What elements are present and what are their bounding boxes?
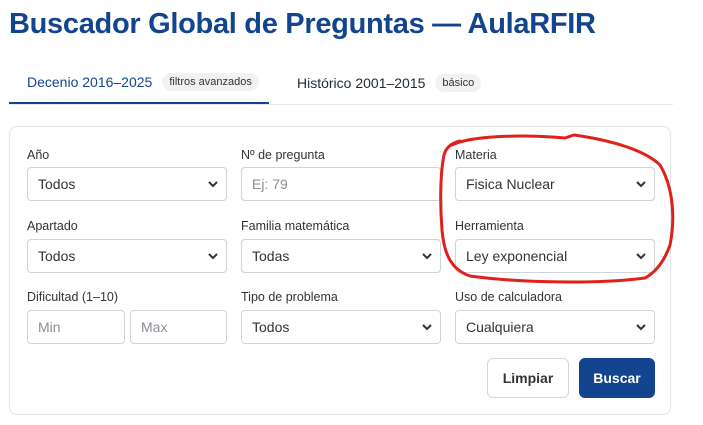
tab-decenio[interactable]: Decenio 2016–2025 filtros avanzados [9, 62, 269, 104]
tipo-label: Tipo de problema [241, 290, 338, 304]
clear-button[interactable]: Limpiar [487, 358, 569, 398]
tipo-select[interactable]: Todos [241, 310, 441, 344]
herramienta-value: Ley exponencial [466, 248, 568, 264]
tab-decenio-badge: filtros avanzados [162, 73, 259, 91]
dificultad-min-input[interactable]: Min [27, 310, 125, 344]
apartado-value: Todos [38, 248, 76, 264]
search-button[interactable]: Buscar [579, 358, 655, 398]
chevron-down-icon [208, 181, 218, 188]
calculadora-label: Uso de calculadora [455, 290, 563, 304]
tab-bar: Decenio 2016–2025 filtros avanzados Hist… [9, 62, 673, 105]
apartado-label: Apartado [27, 219, 78, 233]
num-pregunta-placeholder: Ej: 79 [252, 176, 288, 192]
anio-value: Todos [38, 176, 76, 192]
familia-value: Todas [252, 248, 290, 264]
dificultad-label: Dificultad (1–10) [27, 290, 119, 304]
page-title: Buscador Global de Preguntas — AulaRFIR [9, 8, 596, 40]
anio-label: Año [27, 148, 50, 162]
herramienta-select[interactable]: Ley exponencial [455, 239, 655, 273]
chevron-down-icon [208, 253, 218, 260]
chevron-down-icon [636, 253, 646, 260]
herramienta-label: Herramienta [455, 219, 524, 233]
dificultad-max-input[interactable]: Max [130, 310, 227, 344]
tab-decenio-label: Decenio 2016–2025 [27, 74, 153, 90]
materia-select[interactable]: Fisica Nuclear [455, 167, 655, 201]
materia-label: Materia [455, 148, 497, 162]
calculadora-select[interactable]: Cualquiera [455, 310, 655, 344]
tab-historico-badge: básico [435, 74, 482, 92]
apartado-select[interactable]: Todos [27, 239, 227, 273]
num-pregunta-label: Nº de pregunta [241, 148, 325, 162]
chevron-down-icon [636, 324, 646, 331]
tab-historico-label: Histórico 2001–2015 [297, 75, 426, 91]
anio-select[interactable]: Todos [27, 167, 227, 201]
dificultad-max-placeholder: Max [141, 319, 168, 335]
calculadora-value: Cualquiera [466, 319, 534, 335]
num-pregunta-input[interactable]: Ej: 79 [241, 167, 441, 201]
chevron-down-icon [422, 324, 432, 331]
filter-panel: Año Todos Nº de pregunta Ej: 79 Materia … [9, 126, 671, 415]
tipo-value: Todos [252, 319, 290, 335]
chevron-down-icon [636, 181, 646, 188]
materia-value: Fisica Nuclear [466, 176, 555, 192]
familia-label: Familia matemática [241, 219, 350, 233]
tab-historico[interactable]: Histórico 2001–2015 básico [277, 62, 507, 104]
dificultad-min-placeholder: Min [38, 319, 61, 335]
chevron-down-icon [422, 253, 432, 260]
familia-select[interactable]: Todas [241, 239, 441, 273]
